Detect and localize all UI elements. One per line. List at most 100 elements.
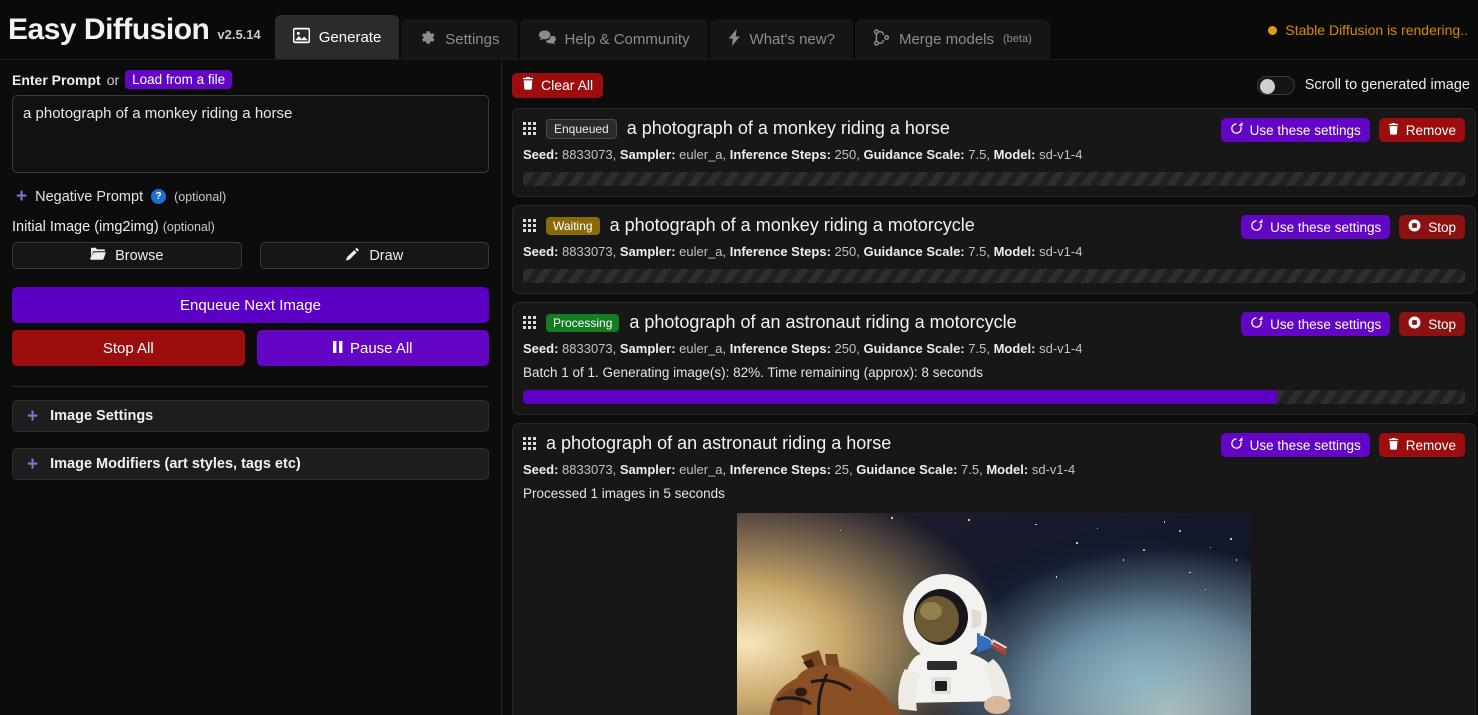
- task-progress-bar: [523, 269, 1465, 283]
- seed-label: Seed:: [523, 244, 558, 259]
- plus-icon: +: [27, 455, 38, 474]
- model-value: sd-v1-4: [1039, 147, 1082, 162]
- help-icon[interactable]: ?: [151, 189, 166, 204]
- drag-handle-icon[interactable]: [523, 122, 536, 135]
- initial-image-label: Initial Image (img2img): [12, 219, 159, 235]
- status-badge: Enqueued: [546, 119, 617, 139]
- tab-help-community[interactable]: Help & Community: [520, 19, 708, 59]
- tab-whats-new[interactable]: What's new?: [710, 19, 853, 59]
- use-these-settings-button[interactable]: Use these settings: [1221, 433, 1370, 457]
- task-actions: Use these settings Stop: [1241, 312, 1465, 336]
- prompt-label-row: Enter Prompt or Load from a file: [12, 70, 489, 89]
- enqueue-next-image-button[interactable]: Enqueue Next Image: [12, 287, 489, 323]
- guidance-value: 7.5: [968, 147, 986, 162]
- drag-handle-icon[interactable]: [523, 219, 536, 232]
- pencil-icon: [345, 247, 360, 265]
- refresh-icon: [1230, 437, 1243, 453]
- guidance-label: Guidance Scale:: [863, 341, 964, 356]
- pause-icon: [333, 340, 343, 357]
- bolt-icon: [728, 29, 741, 50]
- trash-icon: [1388, 123, 1399, 138]
- accordion-image-settings[interactable]: + Image Settings: [12, 400, 489, 432]
- model-label: Model:: [986, 462, 1028, 477]
- generated-image-container: [523, 513, 1465, 715]
- main-panel: Clear All Scroll to generated image Enqu…: [502, 60, 1478, 715]
- use-these-settings-button[interactable]: Use these settings: [1241, 312, 1390, 336]
- model-label: Model:: [994, 244, 1036, 259]
- draw-button[interactable]: Draw: [260, 242, 490, 269]
- task-title: a photograph of an astronaut riding a mo…: [629, 312, 1016, 333]
- app-version: v2.5.14: [217, 27, 260, 42]
- accordion-image-modifiers[interactable]: + Image Modifiers (art styles, tags etc): [12, 448, 489, 480]
- sampler-value: euler_a: [679, 147, 722, 162]
- clear-all-label: Clear All: [541, 77, 593, 93]
- task-meta: Seed: 8833073, Sampler: euler_a, Inferen…: [523, 341, 1465, 356]
- task-meta: Seed: 8833073, Sampler: euler_a, Inferen…: [523, 244, 1465, 259]
- tab-generate[interactable]: Generate: [275, 15, 400, 59]
- draw-label: Draw: [369, 248, 403, 264]
- tab-settings[interactable]: Settings: [401, 19, 517, 59]
- generated-image[interactable]: [737, 513, 1251, 715]
- refresh-icon: [1230, 122, 1243, 138]
- seed-value: 8833073: [562, 147, 613, 162]
- load-from-file-button[interactable]: Load from a file: [125, 70, 232, 89]
- prompt-input[interactable]: [12, 95, 489, 173]
- remove-button[interactable]: Remove: [1379, 433, 1465, 457]
- task-result-note: Processed 1 images in 5 seconds: [523, 486, 1465, 501]
- refresh-icon: [1250, 219, 1263, 235]
- browse-label: Browse: [115, 248, 163, 264]
- guidance-value: 7.5: [968, 341, 986, 356]
- task-progress-bar: [523, 172, 1465, 186]
- initial-image-buttons: Browse Draw: [12, 242, 489, 269]
- queue-control-buttons: Stop All Pause All: [12, 330, 489, 366]
- horse-figure: [767, 648, 987, 715]
- task-actions: Use these settings Remove: [1221, 433, 1465, 457]
- clear-all-button[interactable]: Clear All: [512, 73, 603, 98]
- comments-icon: [538, 29, 556, 50]
- scroll-to-generated-image-toggle[interactable]: Scroll to generated image: [1257, 76, 1470, 95]
- use-these-settings-button[interactable]: Use these settings: [1241, 215, 1390, 239]
- action-label: Stop: [1428, 317, 1456, 332]
- status-badge: Processing: [546, 314, 619, 332]
- negative-prompt-toggle[interactable]: + Negative Prompt ? (optional): [16, 187, 489, 206]
- prompt-label: Enter Prompt: [12, 72, 101, 88]
- merge-icon: [873, 29, 890, 50]
- stop-circle-icon: [1408, 219, 1421, 235]
- app-title: Easy Diffusion: [8, 13, 209, 47]
- steps-value: 250: [835, 341, 857, 356]
- toggle-label: Scroll to generated image: [1305, 77, 1470, 93]
- tab-label: Merge models: [899, 31, 994, 48]
- guidance-label: Guidance Scale:: [863, 244, 964, 259]
- model-label: Model:: [994, 147, 1036, 162]
- steps-value: 250: [835, 147, 857, 162]
- plus-icon: +: [16, 187, 27, 206]
- status-badge: Stable Diffusion is rendering..: [1268, 22, 1468, 38]
- action-label: Use these settings: [1250, 123, 1361, 138]
- model-label: Model:: [994, 341, 1036, 356]
- pause-all-button[interactable]: Pause All: [257, 330, 490, 366]
- trash-icon: [522, 77, 534, 93]
- action-label: Remove: [1406, 123, 1456, 138]
- main-tabs: Generate Settings Help & Community What'…: [275, 15, 1050, 59]
- main-toolbar: Clear All Scroll to generated image: [512, 70, 1478, 100]
- drag-handle-icon[interactable]: [523, 437, 536, 450]
- sampler-value: euler_a: [679, 244, 722, 259]
- drag-handle-icon[interactable]: [523, 316, 536, 329]
- sampler-label: Sampler:: [620, 244, 676, 259]
- pause-all-label: Pause All: [350, 340, 413, 357]
- task-title: a photograph of a monkey riding a horse: [627, 118, 950, 139]
- toggle-switch[interactable]: [1257, 76, 1295, 95]
- guidance-label: Guidance Scale:: [863, 147, 964, 162]
- stop-all-button[interactable]: Stop All: [12, 330, 245, 366]
- tab-merge-models[interactable]: Merge models (beta): [855, 19, 1050, 59]
- status-badge: Waiting: [546, 217, 600, 235]
- tab-label: Settings: [445, 31, 499, 48]
- task-progress-bar: [523, 390, 1465, 404]
- browse-button[interactable]: Browse: [12, 242, 242, 269]
- use-these-settings-button[interactable]: Use these settings: [1221, 118, 1370, 142]
- stop-button[interactable]: Stop: [1399, 312, 1465, 336]
- remove-button[interactable]: Remove: [1379, 118, 1465, 142]
- steps-label: Inference Steps:: [730, 244, 831, 259]
- stop-button[interactable]: Stop: [1399, 215, 1465, 239]
- steps-label: Inference Steps:: [730, 341, 831, 356]
